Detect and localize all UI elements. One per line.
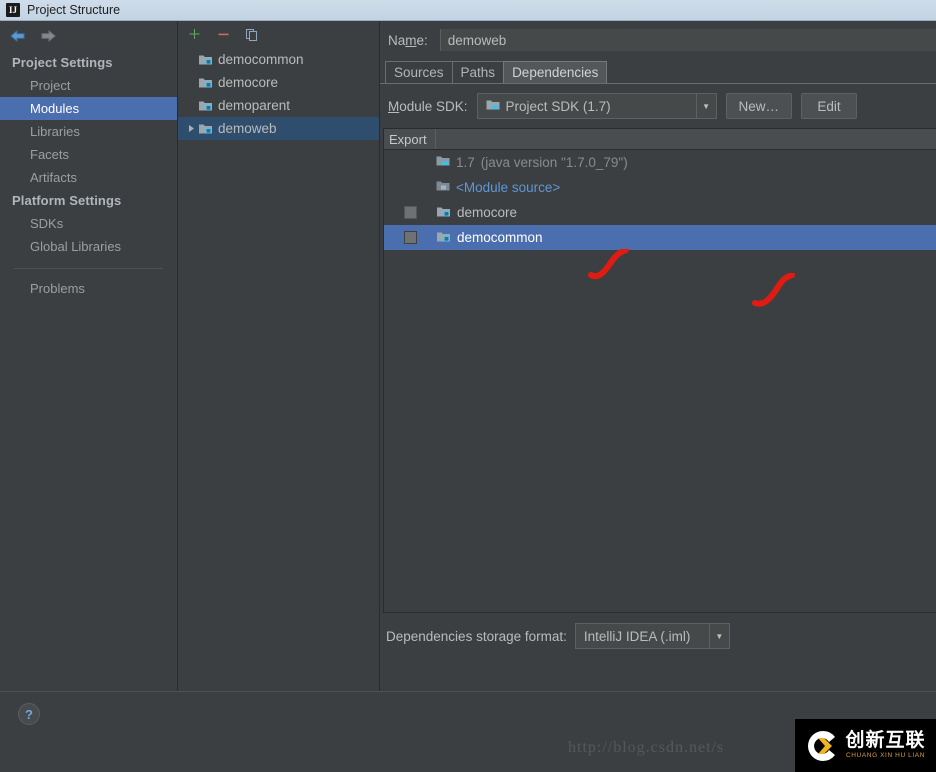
chevron-right-icon[interactable]: [184, 124, 198, 133]
dependency-label: 1.7 (java version "1.7.0_79"): [436, 155, 628, 170]
remove-module-button[interactable]: [215, 27, 231, 43]
module-item-demoparent[interactable]: demoparent: [178, 94, 379, 117]
module-icon: [198, 53, 213, 66]
module-source-icon: [436, 180, 450, 195]
window-title: Project Structure: [27, 3, 121, 17]
export-checkbox-cell: [384, 181, 436, 194]
sidebar-item-global-libraries[interactable]: Global Libraries: [0, 235, 177, 258]
module-sdk-value-wrap: Project SDK (1.7): [478, 99, 696, 114]
module-item-demoweb[interactable]: demoweb: [178, 117, 379, 140]
dependencies-table-header: Export: [384, 129, 936, 150]
table-row[interactable]: <Module source>: [384, 175, 936, 200]
column-header-name[interactable]: [436, 129, 936, 149]
module-icon: [436, 205, 451, 221]
watermark-logo: 创新互联 CHUANG XIN HU LIAN: [795, 719, 936, 772]
arrow-right-icon[interactable]: [39, 29, 57, 43]
sidebar-item-modules[interactable]: Modules: [0, 97, 177, 120]
logo-chinese-text: 创新互联: [845, 729, 926, 752]
storage-format-value: IntelliJ IDEA (.iml): [583, 628, 691, 644]
sidebar-item-libraries[interactable]: Libraries: [0, 120, 177, 143]
tab-paths[interactable]: Paths: [451, 61, 505, 83]
module-name-row: Name:: [380, 21, 936, 59]
copy-module-button[interactable]: [244, 27, 260, 43]
storage-format-combobox[interactable]: IntelliJ IDEA (.iml) ▼: [574, 623, 730, 649]
sidebar-item-problems[interactable]: Problems: [0, 277, 177, 300]
module-item-label: demoweb: [218, 121, 277, 136]
window-titlebar: IJ Project Structure: [0, 0, 936, 21]
dependency-label: democore: [436, 205, 517, 221]
sidebar-item-sdks[interactable]: SDKs: [0, 212, 177, 235]
dependencies-table: Export 1.7 (java version "1.7.0_79") <Mo…: [383, 128, 936, 613]
app-icon: IJ: [6, 3, 20, 17]
module-icon: [198, 99, 213, 112]
sidebar-group-project-settings: Project Settings Project Modules Librari…: [0, 51, 177, 189]
module-item-democommon[interactable]: democommon: [178, 48, 379, 71]
module-item-label: democore: [218, 75, 279, 90]
tab-sources[interactable]: Sources: [385, 61, 453, 83]
chevron-down-icon[interactable]: ▼: [695, 94, 716, 118]
module-sdk-combobox[interactable]: Project SDK (1.7) ▼: [476, 93, 717, 119]
export-checkbox[interactable]: [403, 231, 417, 244]
dependencies-storage-format-row: Dependencies storage format: IntelliJ ID…: [380, 613, 936, 659]
module-sdk-value: Project SDK (1.7): [505, 98, 611, 114]
dialog-content: Project Settings Project Modules Librari…: [0, 21, 936, 691]
watermark-url: http://blog.csdn.net/s: [568, 739, 725, 756]
module-icon: [198, 76, 213, 89]
storage-format-label: Dependencies storage format:: [386, 628, 567, 644]
edit-sdk-button[interactable]: Edit: [801, 93, 858, 119]
help-button[interactable]: ?: [18, 703, 40, 725]
export-checkbox[interactable]: [403, 206, 417, 219]
module-sdk-label: Module SDK:: [388, 98, 468, 114]
column-header-export[interactable]: Export: [384, 129, 436, 149]
sidebar-item-artifacts[interactable]: Artifacts: [0, 166, 177, 189]
sidebar-group-header: Project Settings: [12, 55, 113, 70]
dependency-name: democore: [457, 205, 518, 220]
arrow-left-icon[interactable]: [9, 29, 27, 43]
module-name-label: Name:: [388, 32, 428, 48]
dependency-name: democommon: [457, 230, 543, 245]
module-sdk-row: Module SDK: Project SDK (1.7) ▼ New… Edi…: [380, 84, 936, 128]
dependency-name: <Module source>: [456, 180, 561, 195]
table-row[interactable]: democommon: [384, 225, 936, 250]
settings-sidebar: Project Settings Project Modules Librari…: [0, 21, 178, 691]
sidebar-group-platform-settings: Platform Settings SDKs Global Libraries: [0, 189, 177, 258]
sdk-icon: [436, 155, 450, 170]
export-checkbox-cell: [384, 156, 436, 169]
dependency-label: democommon: [436, 230, 543, 246]
module-item-democore[interactable]: democore: [178, 71, 379, 94]
export-checkbox-cell[interactable]: [384, 231, 436, 244]
module-name-input[interactable]: [439, 29, 936, 51]
module-editor-panel: Name: Sources Paths Dependencies Module …: [380, 21, 936, 691]
add-module-button[interactable]: [186, 27, 202, 43]
module-icon: [436, 230, 451, 246]
dependency-detail: (java version "1.7.0_79"): [480, 155, 628, 170]
tab-dependencies[interactable]: Dependencies: [503, 61, 608, 83]
storage-format-value-wrap: IntelliJ IDEA (.iml): [576, 629, 709, 644]
logo-pinyin-text: CHUANG XIN HU LIAN: [845, 752, 926, 760]
export-checkbox-cell[interactable]: [384, 206, 436, 219]
sidebar-navigation-bar: [0, 21, 177, 51]
project-structure-dialog: Project Settings Project Modules Librari…: [0, 21, 936, 772]
sidebar-divider: [14, 268, 163, 269]
module-list-panel: democommon democore demoparent demoweb: [178, 21, 380, 691]
table-row[interactable]: 1.7 (java version "1.7.0_79"): [384, 150, 936, 175]
sidebar-item-facets[interactable]: Facets: [0, 143, 177, 166]
dependency-name: 1.7: [456, 155, 475, 170]
sdk-icon: [486, 99, 500, 114]
chevron-down-icon[interactable]: ▼: [708, 624, 729, 648]
module-list-toolbar: [178, 21, 379, 48]
sidebar-group-header: Platform Settings: [12, 193, 122, 208]
module-tabs: Sources Paths Dependencies: [380, 59, 936, 84]
logo-text-block: 创新互联 CHUANG XIN HU LIAN: [845, 731, 925, 760]
sidebar-item-project[interactable]: Project: [0, 74, 177, 97]
dependency-label: <Module source>: [436, 180, 560, 195]
logo-icon: [805, 728, 841, 764]
table-row[interactable]: democore: [384, 200, 936, 225]
module-item-label: democommon: [218, 52, 304, 67]
module-icon: [198, 122, 213, 135]
module-item-label: demoparent: [218, 98, 291, 113]
new-sdk-button[interactable]: New…: [725, 93, 793, 119]
